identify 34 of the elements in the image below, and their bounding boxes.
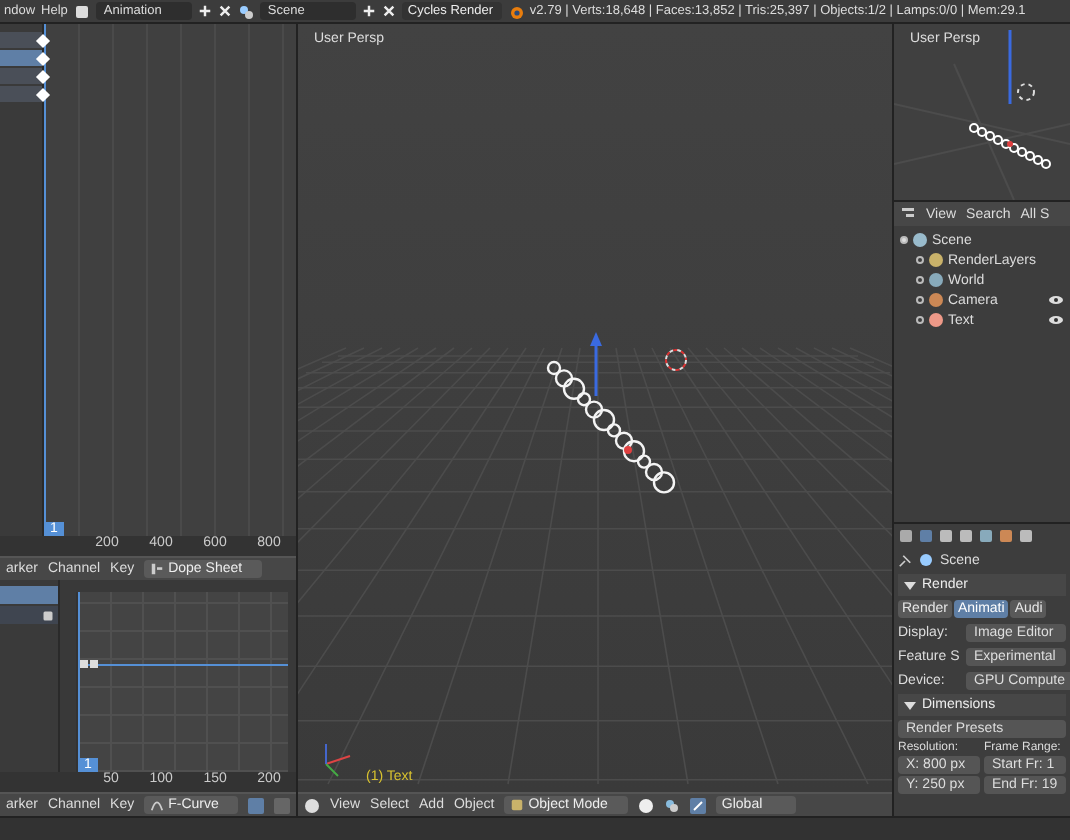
3d-cursor-icon bbox=[1017, 83, 1035, 101]
text-object-drawing[interactable] bbox=[546, 332, 676, 494]
axis-gizmo-icon bbox=[325, 743, 351, 777]
close-icon[interactable] bbox=[217, 4, 232, 18]
editor-icon[interactable] bbox=[150, 798, 165, 812]
eye-icon[interactable] bbox=[1048, 294, 1064, 306]
viewport-editor-icon[interactable] bbox=[304, 797, 320, 813]
scene-icon[interactable] bbox=[237, 3, 254, 19]
cube-icon[interactable] bbox=[510, 798, 525, 812]
scene-icon[interactable] bbox=[918, 552, 934, 568]
expand-triangle-icon[interactable] bbox=[904, 701, 916, 709]
expand-toggle[interactable] bbox=[916, 316, 924, 324]
text-object-drawing[interactable] bbox=[969, 123, 1051, 169]
add-icon[interactable] bbox=[197, 4, 212, 18]
pin-icon[interactable] bbox=[898, 553, 912, 567]
keyframe-points[interactable] bbox=[80, 660, 98, 668]
pivot-icon[interactable] bbox=[663, 797, 680, 813]
channel-row[interactable] bbox=[0, 606, 58, 624]
3d-cursor-icon bbox=[665, 349, 687, 371]
expand-triangle-icon[interactable] bbox=[904, 581, 916, 589]
close-icon[interactable] bbox=[381, 4, 396, 18]
layout-icon[interactable] bbox=[73, 3, 90, 19]
expand-toggle[interactable] bbox=[916, 276, 924, 284]
expand-toggle[interactable] bbox=[916, 256, 924, 264]
blender-logo-icon[interactable] bbox=[507, 3, 524, 19]
expand-toggle[interactable] bbox=[900, 236, 908, 244]
shading-sphere-icon[interactable] bbox=[637, 797, 654, 813]
manipulator-icon[interactable] bbox=[689, 797, 706, 813]
eye-icon[interactable] bbox=[1048, 314, 1064, 326]
add-icon[interactable] bbox=[361, 4, 376, 18]
editor-icon[interactable] bbox=[150, 562, 165, 576]
expand-toggle[interactable] bbox=[916, 296, 924, 304]
wrench-icon[interactable] bbox=[42, 609, 54, 621]
outliner-icon[interactable] bbox=[900, 206, 916, 222]
